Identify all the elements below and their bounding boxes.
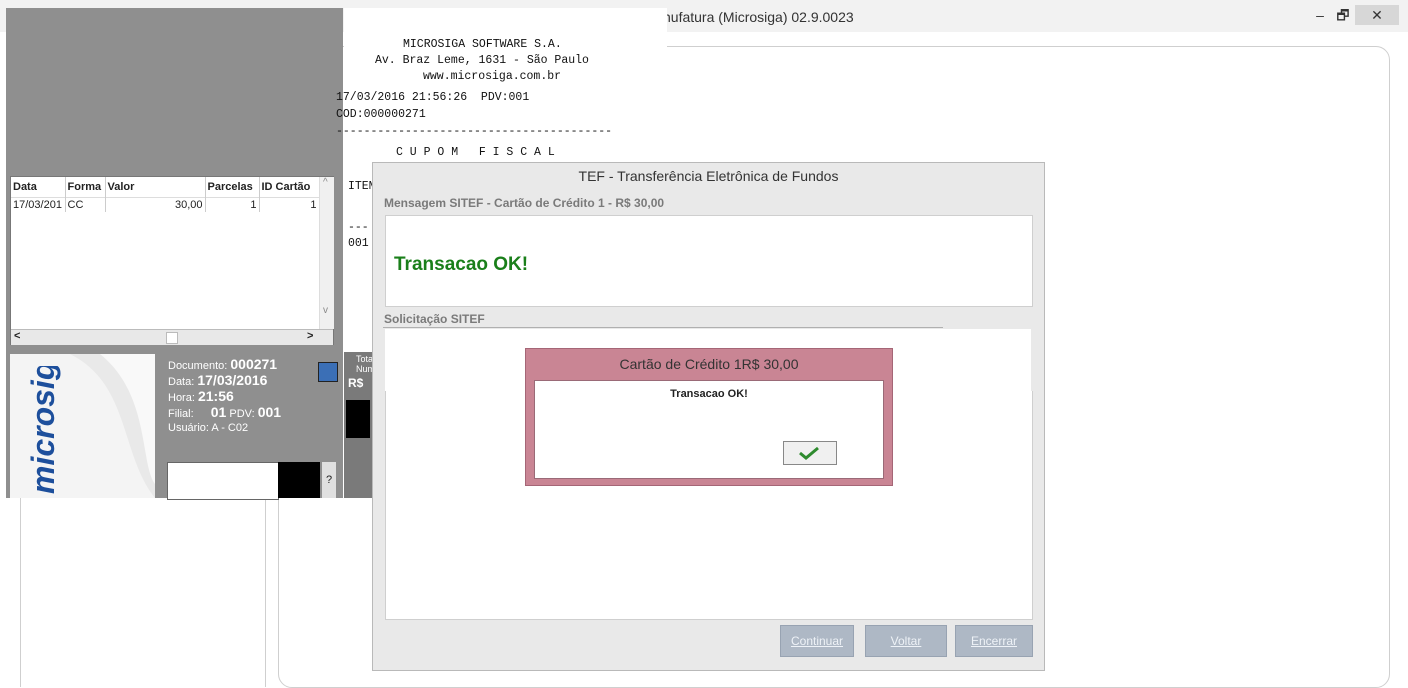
sitef-message-label: Mensagem SITEF - Cartão de Crédito 1 - R… bbox=[384, 196, 665, 210]
display-panel bbox=[278, 462, 320, 498]
date-label: Data: bbox=[168, 376, 195, 388]
close-button[interactable]: ✕ bbox=[1355, 5, 1399, 25]
sitef-message-box: Transacao OK! bbox=[385, 215, 1033, 307]
cell-valor: 30,00 bbox=[105, 197, 206, 212]
maximize-button[interactable]: 🗗 bbox=[1333, 5, 1353, 25]
microsiga-logo: microsiga bbox=[25, 366, 61, 494]
cell-forma: CC bbox=[65, 197, 106, 212]
divider bbox=[383, 327, 943, 328]
column-header-valor[interactable]: Valor bbox=[105, 177, 206, 198]
scroll-right-icon[interactable]: > bbox=[307, 330, 313, 342]
receipt-separator: ---------------------------------------- bbox=[336, 125, 613, 138]
checkmark-icon bbox=[799, 446, 819, 460]
receipt-address: Av. Braz Leme, 1631 - São Paulo bbox=[375, 54, 589, 67]
totals-display bbox=[346, 400, 370, 438]
popup-title: Cartão de Crédito 1R$ 30,00 bbox=[619, 356, 799, 372]
window-title: nufatura (Microsiga) 02.9.0023 bbox=[663, 9, 854, 25]
continue-button[interactable]: Continuar bbox=[780, 625, 854, 657]
receipt-heading: C U P O M F I S C A L bbox=[396, 146, 555, 159]
table-row[interactable]: 17/03/201 CC 30,00 1 1 bbox=[11, 197, 320, 212]
popup-body: Transacao OK! bbox=[534, 380, 884, 479]
currency-label: R$ bbox=[348, 376, 364, 390]
branch-label: Filial: bbox=[168, 408, 194, 420]
doc-time: 21:56 bbox=[197, 388, 234, 404]
sitef-request-label: Solicitação SITEF bbox=[384, 312, 485, 326]
branch-value: 01 bbox=[210, 404, 227, 420]
user-label: Usuário: bbox=[168, 422, 209, 434]
receipt-company: MICROSIGA SOFTWARE S.A. bbox=[403, 38, 562, 51]
column-header-parcelas[interactable]: Parcelas bbox=[205, 177, 260, 198]
pdv-value: 001 bbox=[257, 404, 282, 420]
receipt-datetime: 17/03/2016 21:56:26 PDV:001 bbox=[336, 91, 530, 104]
column-header-id-cartao[interactable]: ID Cartão bbox=[259, 177, 320, 198]
ok-button[interactable] bbox=[783, 441, 837, 465]
transaction-status: Transacao OK! bbox=[394, 254, 529, 275]
input-display[interactable] bbox=[167, 462, 279, 500]
payments-table: Data Forma Valor Parcelas ID Cartão 17/0… bbox=[10, 176, 334, 345]
help-button[interactable]: ? bbox=[322, 462, 336, 498]
column-header-forma[interactable]: Forma bbox=[65, 177, 106, 198]
scroll-down-icon[interactable]: v bbox=[323, 305, 328, 316]
cell-id-cartao: 1 bbox=[259, 197, 320, 212]
monitor-icon[interactable] bbox=[318, 362, 338, 382]
receipt-site: www.microsiga.com.br bbox=[423, 70, 562, 83]
doc-label: Documento: bbox=[168, 360, 228, 372]
minimize-button[interactable]: – bbox=[1305, 5, 1335, 25]
doc-number: 000271 bbox=[230, 356, 278, 372]
back-button[interactable]: Voltar bbox=[865, 625, 947, 657]
receipt-coo: COD:000000271 bbox=[336, 108, 426, 121]
receipt-item-1: 001 bbox=[348, 237, 369, 250]
tef-title: TEF - Transferência Eletrônica de Fundos bbox=[578, 168, 839, 184]
logo-text: microsiga bbox=[25, 366, 61, 494]
horizontal-scrollbar[interactable]: < > bbox=[11, 329, 333, 345]
popup-message: Transacao OK! bbox=[670, 388, 748, 400]
totals-label: Tota bbox=[356, 354, 374, 364]
cell-data: 17/03/201 bbox=[11, 197, 66, 212]
column-header-data[interactable]: Data bbox=[11, 177, 66, 198]
credit-card-popup: Cartão de Crédito 1R$ 30,00 Transacao OK… bbox=[525, 348, 893, 486]
scroll-up-icon[interactable]: ^ bbox=[323, 177, 328, 188]
totals-panel: Tota Num R$ bbox=[344, 352, 375, 498]
pdv-label: PDV: bbox=[229, 408, 255, 420]
scroll-thumb[interactable] bbox=[166, 332, 178, 344]
time-label: Hora: bbox=[168, 392, 195, 404]
cell-parcelas: 1 bbox=[205, 197, 260, 212]
user-value: A - C02 bbox=[211, 422, 249, 434]
scroll-left-icon[interactable]: < bbox=[14, 330, 20, 342]
end-button[interactable]: Encerrar bbox=[955, 625, 1033, 657]
vertical-scrollbar[interactable]: ^ v bbox=[319, 177, 334, 329]
doc-date: 17/03/2016 bbox=[197, 372, 268, 388]
receipt-separator-2: --- bbox=[348, 221, 369, 234]
document-info: Documento: 000271 Data: 17/03/2016 Hora:… bbox=[168, 357, 338, 457]
